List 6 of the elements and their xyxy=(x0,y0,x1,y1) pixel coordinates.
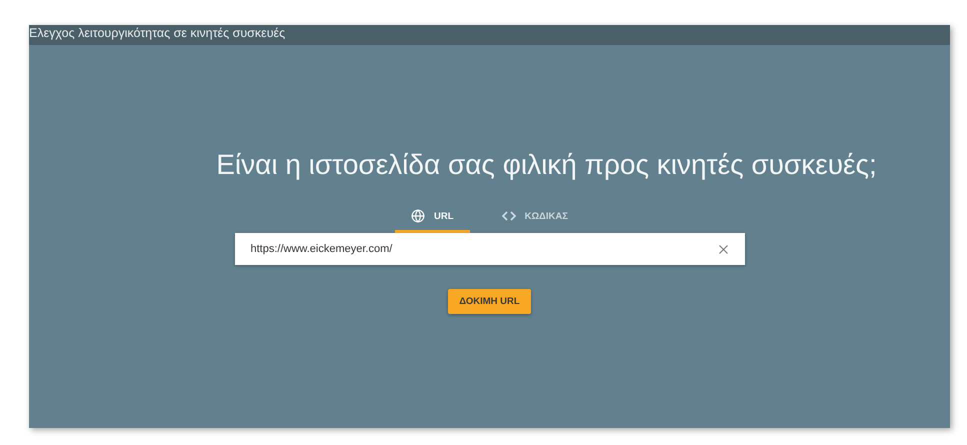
page-heading: Είναι η ιστοσελίδα σας φιλική προς κινητές συσκευές; xyxy=(216,149,877,181)
header-title: Ελεγχος λειτουργικότητας σε κινητές συσκευές xyxy=(29,25,286,41)
code-icon xyxy=(502,210,516,222)
globe-icon xyxy=(411,209,426,223)
test-url-button[interactable]: ΔΟΚΙΜΗ URL xyxy=(448,289,531,314)
url-field[interactable]: https://www.eickemeyer.com/ xyxy=(234,233,744,265)
